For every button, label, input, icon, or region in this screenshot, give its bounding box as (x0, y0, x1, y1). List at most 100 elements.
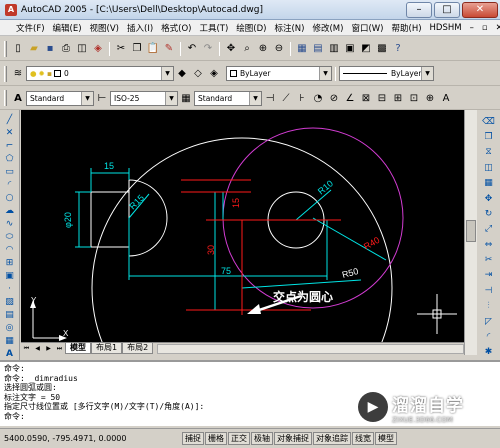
paste-icon[interactable]: 📋 (146, 42, 160, 56)
prev-tab-icon[interactable]: ◀ (32, 344, 43, 354)
save-icon[interactable]: ▪ (43, 42, 57, 56)
rotate-icon[interactable]: ↻ (482, 207, 496, 220)
doc-close-button[interactable]: ✕ (492, 23, 500, 33)
tolerance-icon[interactable]: ⊡ (407, 91, 421, 105)
layer-combo[interactable]: ● ✹ ▪ 0 ▼ (26, 66, 174, 81)
dim-text-r40[interactable]: R40 (362, 235, 381, 252)
doc-restore-button[interactable]: ▫ (478, 23, 492, 33)
offset-icon[interactable]: ◫ (482, 161, 496, 174)
baseline-dim-icon[interactable]: ⊟ (375, 91, 389, 105)
print-icon[interactable]: ⎙ (59, 42, 73, 56)
chevron-down-icon[interactable]: ▼ (81, 91, 93, 105)
toolbar-grip[interactable] (4, 90, 7, 106)
drawing-svg[interactable]: 15 φ20 R15 R10 15 30 75 R40 R50 交点为圆心 Y … (21, 110, 464, 342)
region-icon[interactable]: ◎ (3, 322, 17, 333)
tab-layout1[interactable]: 布局1 (91, 343, 123, 354)
model-toggle[interactable]: 模型 (375, 432, 397, 445)
chevron-down-icon[interactable]: ▼ (161, 67, 173, 80)
polygon-icon[interactable]: ⬠ (3, 154, 17, 165)
break-point-icon[interactable]: ⊣ (482, 284, 496, 297)
doc-minimize-button[interactable]: – (466, 23, 478, 33)
copy-icon[interactable]: ❐ (130, 42, 144, 56)
table-icon[interactable]: ▦ (3, 335, 17, 346)
cut-icon[interactable]: ✂ (114, 42, 128, 56)
dim-text-15-vert[interactable]: 15 (231, 198, 241, 208)
scale-icon[interactable]: ⤢ (482, 223, 496, 236)
dim-text-r10[interactable]: R10 (316, 178, 335, 196)
close-button[interactable]: ✕ (462, 1, 498, 18)
radius-dim-icon[interactable]: ◔ (311, 91, 325, 105)
menu-file[interactable]: 文件(F) (12, 22, 49, 34)
linetype-combo[interactable]: ByLayer ▼ (339, 66, 434, 81)
extend-icon[interactable]: ⇥ (482, 269, 496, 282)
layer-previous-icon[interactable]: ◇ (191, 67, 205, 81)
menu-modify[interactable]: 修改(M) (308, 22, 347, 34)
linear-dim-icon[interactable]: ⊣ (263, 91, 277, 105)
lineweight-toggle[interactable]: 线宽 (352, 432, 374, 445)
markup-icon[interactable]: ◩ (359, 42, 373, 56)
tab-model[interactable]: 模型 (65, 343, 91, 354)
make-current-icon[interactable]: ◆ (175, 67, 189, 81)
grid-toggle[interactable]: 栅格 (205, 432, 227, 445)
tab-layout2[interactable]: 布局2 (122, 343, 154, 354)
drawing-canvas[interactable]: 15 φ20 R15 R10 15 30 75 R40 R50 交点为圆心 Y … (21, 110, 464, 342)
trim-icon[interactable]: ✂ (482, 253, 496, 266)
fillet-icon[interactable]: ◜ (482, 330, 496, 343)
make-block-icon[interactable]: ▣ (3, 270, 17, 281)
chamfer-icon[interactable]: ◸ (482, 315, 496, 328)
chevron-down-icon[interactable]: ▼ (319, 67, 331, 80)
chevron-down-icon[interactable]: ▼ (249, 91, 261, 105)
dim-text-15-top[interactable]: 15 (104, 161, 114, 171)
coordinates-readout[interactable]: 5400.0590, -795.4971, 0.0000 (0, 434, 182, 443)
polar-toggle[interactable]: 极轴 (251, 432, 273, 445)
minimize-button[interactable]: – (406, 1, 432, 18)
color-combo[interactable]: ByLayer ▼ (226, 66, 332, 81)
polyline-icon[interactable]: ⌐ (3, 141, 17, 152)
chevron-down-icon[interactable]: ▼ (421, 67, 433, 80)
hatch-icon[interactable]: ▨ (3, 296, 17, 307)
circle-icon[interactable]: ○ (3, 193, 17, 204)
open-file-icon[interactable]: ▰ (27, 42, 41, 56)
help-icon[interactable]: ? (391, 42, 405, 56)
design-center-icon[interactable]: ▤ (311, 42, 325, 56)
move-icon[interactable]: ✥ (482, 192, 496, 205)
continue-dim-icon[interactable]: ⊞ (391, 91, 405, 105)
line-icon[interactable]: ╱ (3, 115, 17, 126)
text-style-icon[interactable]: A (11, 91, 25, 105)
arc-icon[interactable]: ◜ (3, 180, 17, 191)
menu-tools[interactable]: 工具(T) (195, 22, 232, 34)
spline-icon[interactable]: ∿ (3, 219, 17, 230)
ordinate-dim-icon[interactable]: ⊦ (295, 91, 309, 105)
vertical-scrollbar[interactable] (464, 110, 477, 355)
last-tab-icon[interactable]: ⏭ (54, 344, 65, 354)
chevron-down-icon[interactable]: ▼ (165, 91, 177, 105)
dim-text-r50[interactable]: R50 (341, 266, 360, 280)
quickcalc-icon[interactable]: ▩ (375, 42, 389, 56)
menu-edit[interactable]: 编辑(E) (49, 22, 86, 34)
arc-r15[interactable] (128, 179, 168, 257)
print-preview-icon[interactable]: ◫ (75, 42, 89, 56)
match-properties-icon[interactable]: ✎ (162, 42, 176, 56)
horizontal-scrollbar[interactable] (157, 343, 464, 354)
scrollbar-thumb[interactable] (466, 220, 476, 242)
gradient-icon[interactable]: ▤ (3, 309, 17, 320)
menu-hdshm[interactable]: HDSHM (426, 23, 466, 33)
center-mark-icon[interactable]: ⊕ (423, 91, 437, 105)
menu-window[interactable]: 窗口(W) (347, 22, 387, 34)
multiline-text-icon[interactable]: A (3, 348, 17, 359)
layer-manager-icon[interactable]: ≋ (11, 67, 25, 81)
zoom-previous-icon[interactable]: ⊖ (272, 42, 286, 56)
diameter-dim-icon[interactable]: ⊘ (327, 91, 341, 105)
toolbar-grip[interactable] (4, 65, 7, 82)
menu-draw[interactable]: 绘图(D) (232, 22, 270, 34)
properties-icon[interactable]: ▦ (295, 42, 309, 56)
dim-text-phi20[interactable]: φ20 (63, 212, 73, 228)
zoom-realtime-icon[interactable]: ⌕ (240, 42, 254, 56)
otrack-toggle[interactable]: 对象追踪 (313, 432, 351, 445)
osnap-toggle[interactable]: 对象捕捉 (274, 432, 312, 445)
menu-view[interactable]: 视图(V) (86, 22, 123, 34)
menu-help[interactable]: 帮助(H) (388, 22, 426, 34)
quick-dim-icon[interactable]: ⊠ (359, 91, 373, 105)
break-icon[interactable]: ⫶ (482, 300, 496, 313)
rect-phi20[interactable] (90, 191, 130, 248)
